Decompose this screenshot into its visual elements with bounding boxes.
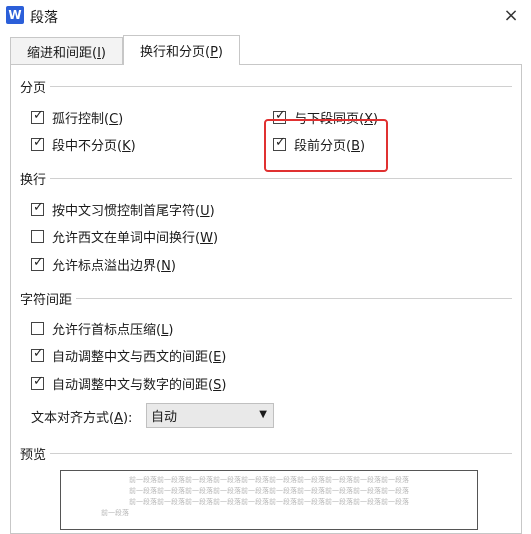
checkbox-box [31, 229, 44, 243]
section-title-pagination: 分页 [20, 77, 51, 96]
check-icon: ✓ [33, 134, 44, 150]
check-icon: ✓ [33, 254, 44, 270]
text-alignment-select[interactable]: 自动 ▼ [146, 403, 274, 428]
checkbox-label: 允许行首标点压缩(L) [52, 322, 174, 338]
section-title-preview: 预览 [20, 444, 51, 463]
select-value: 自动 [151, 410, 178, 425]
preview-text-line: 前一段落前一段落前一段落前一段落前一段落前一段落前一段落前一段落前一段落前一段落 [129, 498, 409, 506]
checkbox-label: 段中不分页(K) [52, 138, 136, 154]
checkbox-box: ✓ [31, 373, 44, 390]
section-divider [20, 453, 512, 454]
checkbox-box: ✓ [31, 134, 44, 151]
checkbox-label: 自动调整中文与西文的间距(E) [52, 349, 227, 365]
hanging-punctuation-checkbox[interactable]: ✓ 允许标点溢出边界(N) [31, 254, 176, 274]
auto-space-western-checkbox[interactable]: ✓ 自动调整中文与西文的间距(E) [31, 345, 227, 365]
kinsoku-checkbox[interactable]: ✓ 按中文习惯控制首尾字符(U) [31, 199, 215, 219]
word-wrap-checkbox[interactable]: 允许西文在单词中间换行(W) [31, 227, 219, 246]
checkbox-box [31, 321, 44, 335]
text-alignment-label: 文本对齐方式(A): [31, 411, 133, 426]
checkbox-label: 自动调整中文与数字的间距(S) [52, 377, 227, 393]
auto-space-numbers-checkbox[interactable]: ✓ 自动调整中文与数字的间距(S) [31, 373, 227, 393]
preview-text-line: 前一段落前一段落前一段落前一段落前一段落前一段落前一段落前一段落前一段落前一段落 [129, 476, 409, 484]
checkbox-box: ✓ [31, 199, 44, 216]
checkbox-box: ✓ [31, 107, 44, 124]
section-divider [20, 86, 512, 87]
widow-control-checkbox[interactable]: ✓ 孤行控制(C) [31, 107, 124, 127]
compress-punctuation-checkbox[interactable]: 允许行首标点压缩(L) [31, 319, 174, 338]
tab-label: 缩进和间距(I) [27, 46, 106, 61]
check-icon: ✓ [33, 373, 44, 389]
highlight-annotation [264, 119, 388, 172]
checkbox-box: ✓ [31, 254, 44, 271]
preview-pane: 前一段落前一段落前一段落前一段落前一段落前一段落前一段落前一段落前一段落前一段落… [60, 470, 478, 530]
check-icon: ✓ [33, 107, 44, 123]
tab-line-page-breaks[interactable]: 换行和分页(P) [123, 35, 240, 65]
dialog-title: 段落 [30, 10, 58, 26]
checkbox-box: ✓ [31, 345, 44, 362]
check-icon: ✓ [33, 199, 44, 215]
preview-text-line: 前一段落前一段落前一段落前一段落前一段落前一段落前一段落前一段落前一段落前一段落 [129, 487, 409, 495]
tab-indent-spacing[interactable]: 缩进和间距(I) [10, 37, 123, 65]
dropdown-arrow-icon: ▼ [259, 409, 267, 420]
title-bar: W 段落 × [0, 0, 531, 32]
tab-label: 换行和分页(P) [140, 45, 223, 60]
section-divider [20, 298, 512, 299]
check-icon: ✓ [33, 345, 44, 361]
keep-lines-together-checkbox[interactable]: ✓ 段中不分页(K) [31, 134, 136, 154]
checkbox-label: 允许西文在单词中间换行(W) [52, 230, 219, 246]
section-divider [20, 178, 512, 179]
checkbox-label: 孤行控制(C) [52, 111, 124, 127]
section-title-line-breaking: 换行 [20, 169, 51, 188]
wps-writer-icon: W [6, 6, 24, 24]
section-title-char-spacing: 字符间距 [20, 289, 77, 308]
close-icon[interactable]: × [500, 4, 522, 26]
preview-text-line: 前一段落 [101, 509, 129, 517]
checkbox-label: 按中文习惯控制首尾字符(U) [52, 203, 215, 219]
checkbox-label: 允许标点溢出边界(N) [52, 258, 176, 274]
